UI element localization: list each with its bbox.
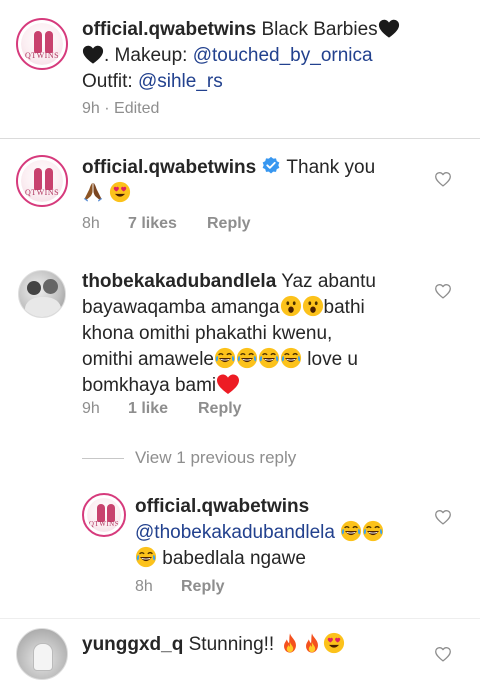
comment-username[interactable]: official.qwabetwins xyxy=(82,157,256,178)
caption-text-part-2: . Makeup: xyxy=(104,45,193,66)
caption-avatar[interactable]: QTWINS xyxy=(16,18,68,70)
mention-link-outfit[interactable]: @sihle_rs xyxy=(138,71,223,92)
tears-of-joy-emoji-icon xyxy=(362,520,384,542)
reply-username[interactable]: official.qwabetwins xyxy=(135,496,309,517)
caption-edited-label: · Edited xyxy=(104,100,160,117)
mention-link-reply[interactable]: @thobekakadubandlela xyxy=(135,522,335,543)
comment-body-2: bayawaqamba amanga xyxy=(82,297,280,318)
caption-username[interactable]: official.qwabetwins xyxy=(82,19,256,40)
reply-body: babedlala ngawe xyxy=(162,548,306,569)
fire-emoji-icon xyxy=(301,632,323,654)
verified-badge-icon xyxy=(263,156,280,174)
comment-body-6: love u xyxy=(307,349,358,370)
reply-meta: 8h Reply xyxy=(135,578,335,596)
comment-text: official.qwabetwins Thank you xyxy=(82,155,412,207)
comment-body-1: Yaz abantu xyxy=(281,271,376,292)
like-heart-icon[interactable] xyxy=(434,509,452,525)
tears-of-joy-emoji-icon xyxy=(135,546,157,568)
comment-avatar[interactable] xyxy=(18,270,66,318)
caption-text-part-1: Black Barbies xyxy=(261,19,378,40)
mention-link-makeup[interactable]: @touched_by_ornica xyxy=(193,45,373,66)
reply-button[interactable]: Reply xyxy=(181,578,225,596)
comment-body-5: omithi amawele xyxy=(82,349,214,370)
folded-hands-emoji-icon xyxy=(82,181,104,203)
tears-of-joy-emoji-icon xyxy=(340,520,362,542)
tears-of-joy-emoji-icon xyxy=(214,347,236,369)
reply-time: 8h xyxy=(135,578,153,595)
qtwins-logo-image: QTWINS xyxy=(21,160,63,202)
comment-likes[interactable]: 7 likes xyxy=(128,215,177,233)
comment-body: Thank you xyxy=(286,157,376,178)
like-heart-icon[interactable] xyxy=(434,171,452,187)
caption-outfit-label: Outfit: xyxy=(82,71,138,92)
fire-emoji-icon xyxy=(279,632,301,654)
qtwins-logo-image: QTWINS xyxy=(87,498,121,532)
heart-eyes-emoji-icon xyxy=(323,632,345,654)
comment-avatar[interactable] xyxy=(16,628,68,680)
caption-divider xyxy=(0,138,480,139)
like-heart-icon[interactable] xyxy=(434,646,452,662)
reply-text: official.qwabetwins @thobekakadubandlela… xyxy=(135,494,425,572)
avatar-photo xyxy=(27,281,41,295)
view-previous-replies-button[interactable]: View 1 previous reply xyxy=(135,448,296,468)
comment-avatar[interactable]: QTWINS xyxy=(16,155,68,207)
astonished-emoji-icon xyxy=(280,295,302,317)
reply-button[interactable]: Reply xyxy=(207,215,251,233)
comment-likes[interactable]: 1 like xyxy=(128,400,168,418)
red-heart-emoji-icon xyxy=(216,373,240,395)
comment-text: yunggxd_q Stunning!! xyxy=(82,632,422,658)
tears-of-joy-emoji-icon xyxy=(236,347,258,369)
view-replies-line xyxy=(82,458,124,459)
comment-body-3: bathi xyxy=(323,297,365,318)
comment-time: 8h xyxy=(82,215,100,232)
comment-divider xyxy=(0,618,480,619)
black-heart-emoji-icon xyxy=(82,44,104,65)
astonished-emoji-icon xyxy=(302,295,324,317)
comment-body: Stunning!! xyxy=(188,634,275,655)
caption-text: official.qwabetwins Black Barbies . Make… xyxy=(82,17,462,95)
heart-eyes-emoji-icon xyxy=(109,181,131,203)
tears-of-joy-emoji-icon xyxy=(280,347,302,369)
reply-button[interactable]: Reply xyxy=(198,400,242,418)
comment-username[interactable]: thobekakadubandlela xyxy=(82,271,276,292)
avatar-photo xyxy=(33,643,53,671)
caption-time: 9h xyxy=(82,100,100,117)
qtwins-logo-image: QTWINS xyxy=(21,23,63,65)
comment-time: 9h xyxy=(82,400,100,417)
comment-body-7: bomkhaya bami xyxy=(82,375,217,396)
caption-meta: 9h · Edited xyxy=(82,100,159,118)
comment-meta: 9h 1 like Reply xyxy=(82,400,382,418)
black-heart-emoji-icon xyxy=(378,18,400,39)
like-heart-icon[interactable] xyxy=(434,283,452,299)
comment-body-4: khona omithi phakathi kwenu, xyxy=(82,323,333,344)
comment-username[interactable]: yunggxd_q xyxy=(82,634,183,655)
comment-meta: 8h 7 likes Reply xyxy=(82,215,382,233)
comment-text: thobekakadubandlela Yaz abantu bayawaqam… xyxy=(82,269,422,399)
tears-of-joy-emoji-icon xyxy=(258,347,280,369)
reply-avatar[interactable]: QTWINS xyxy=(82,493,126,537)
